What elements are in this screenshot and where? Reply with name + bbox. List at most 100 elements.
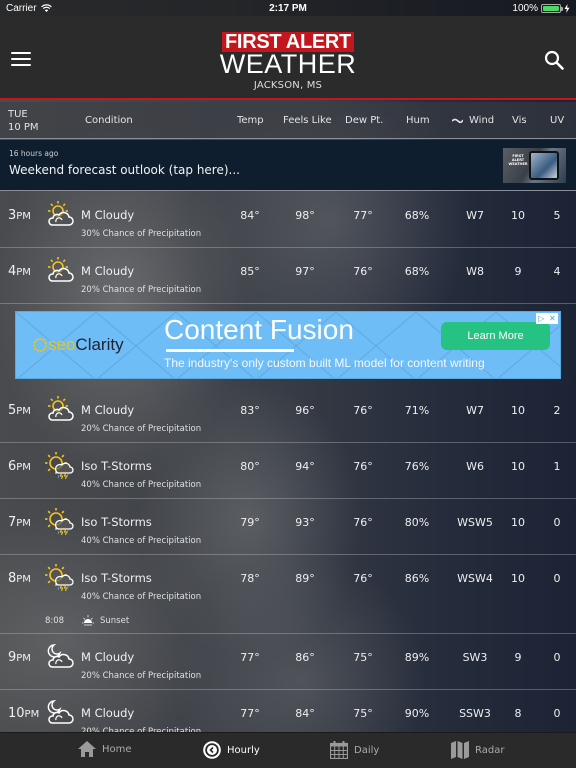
ad-learn-more-button[interactable]: Learn More [441,322,550,350]
col-wind-label: Wind [469,115,495,126]
first-alert-weather-logo: FIRST ALERT WEATHER JACKSON, MS [0,32,576,91]
clock: 2:17 PM [269,2,307,14]
feels-like-value: 86° [295,651,315,664]
tab-radar[interactable]: Radar [451,741,504,759]
feels-like-value: 84° [295,707,315,720]
thunderstorm-day-icon [45,507,75,536]
thumbnail-text: FIRST ALERT WEATHER [508,154,528,166]
dew-point-value: 76° [353,265,373,278]
temp-value: 80° [240,460,260,473]
hourly-row[interactable]: 5PM M Cloudy 20% Chance of Precipitation… [0,387,576,443]
uv-value: 4 [553,265,561,278]
visibility-value: 8 [514,707,522,720]
uv-value: 0 [553,707,561,720]
bottom-tab-bar: Home Hourly Daily Radar [0,732,576,768]
precip-chance: 40% Chance of Precipitation [81,536,202,546]
advertisement-banner[interactable]: seo Clarity Content Fusion The industry's… [15,311,561,379]
hourly-row[interactable]: 3PM M Cloudy 30% Chance of Precipitation… [0,192,576,248]
hour-ampm: PM [16,518,31,529]
ad-choices-icon: ▷ [538,314,545,323]
dew-point-value: 77° [353,209,373,222]
tab-hourly-label: Hourly [227,744,260,756]
hourly-row[interactable]: 4PM M Cloudy 20% Chance of Precipitation… [0,248,576,304]
hourly-row[interactable]: 6PM Iso T-Storms 40% Chance of Precipita… [0,443,576,499]
visibility-value: 10 [511,404,525,417]
wind-icon [452,118,463,123]
ad-choices-button[interactable]: ▷ ✕ [536,313,558,324]
hour-ampm: PM [16,653,31,664]
col-dew-pt: Dew Pt. [345,115,384,126]
location-label: JACKSON, MS [253,80,323,91]
home-icon [78,741,96,757]
precip-chance: 20% Chance of Precipitation [81,285,202,295]
temp-value: 84° [240,209,260,222]
ad-brand-logo: seo Clarity [32,335,124,355]
partly-cloudy-night-icon [45,642,75,670]
wind-value: WSW5 [457,516,493,529]
col-wind: Wind [452,115,494,126]
calendar-icon [330,741,348,759]
map-icon [451,741,469,759]
wind-value: SW3 [462,651,488,664]
condition-label: Iso T-Storms [81,459,152,473]
temp-value: 85° [240,265,260,278]
search-button[interactable] [544,50,564,70]
row-hour: 7PM [8,515,31,530]
dew-point-value: 76° [353,460,373,473]
hourly-row[interactable]: 9PM M Cloudy 20% Chance of Precipitation… [0,634,576,690]
row-hour: 3PM [8,208,31,223]
visibility-value: 10 [511,572,525,585]
ad-close-icon[interactable]: ✕ [549,314,556,323]
row-hour: 4PM [8,264,31,279]
row-hour: 9PM [8,650,31,665]
search-icon [544,50,564,70]
news-thumbnail[interactable]: FIRST ALERT WEATHER [503,148,566,183]
wind-value: W8 [466,265,484,278]
feels-like-value: 94° [295,460,315,473]
visibility-value: 10 [511,209,525,222]
dew-point-value: 75° [353,651,373,664]
tab-daily[interactable]: Daily [330,741,379,759]
dew-point-value: 76° [353,572,373,585]
hour-number: 10 [8,706,25,721]
humidity-value: 80% [404,516,430,529]
hour-ampm: PM [16,211,31,222]
ad-title: Content Fusion [164,314,354,345]
tab-hourly[interactable]: Hourly [203,741,260,759]
tab-home[interactable]: Home [78,741,132,757]
feels-like-value: 96° [295,404,315,417]
carrier-label: Carrier [6,2,37,14]
row-hour: 10PM [8,706,39,721]
wind-value: W7 [466,209,484,222]
news-banner[interactable]: 16 hours ago Weekend forecast outlook (t… [0,140,576,191]
column-header-row: TUE 10 PM Condition Temp Feels Like Dew … [0,102,576,139]
visibility-value: 10 [511,516,525,529]
row-hour: 5PM [8,403,31,418]
uv-value: 5 [553,209,561,222]
battery-percent: 100% [512,2,538,14]
hour-ampm: PM [24,709,40,720]
sunset-label: Sunset [100,616,130,626]
precip-chance: 40% Chance of Precipitation [81,480,202,490]
wind-value: WSW4 [457,572,493,585]
row-hour: 8PM [8,571,31,586]
news-headline: Weekend forecast outlook (tap here)... [9,163,240,177]
ad-brand-name: Clarity [75,335,124,354]
temp-value: 79° [240,516,260,529]
ad-title-underline [166,349,294,352]
precip-chance: 30% Chance of Precipitation [81,229,202,239]
dew-point-value: 76° [353,404,373,417]
hourly-row[interactable]: 8PM Iso T-Storms 40% Chance of Precipita… [0,555,576,634]
condition-label: M Cloudy [81,208,135,222]
current-day: TUE [8,109,28,120]
hourly-row[interactable]: 7PM Iso T-Storms 40% Chance of Precipita… [0,499,576,555]
news-timestamp: 16 hours ago [9,149,59,158]
uv-value: 2 [553,404,561,417]
thunderstorm-day-icon [45,563,75,592]
condition-label: Iso T-Storms [81,571,152,585]
wifi-icon [40,4,52,12]
col-temp: Temp [237,115,264,126]
ad-subtitle: The industry's only custom built ML mode… [164,356,485,370]
feels-like-value: 97° [295,265,315,278]
feels-like-value: 89° [295,572,315,585]
